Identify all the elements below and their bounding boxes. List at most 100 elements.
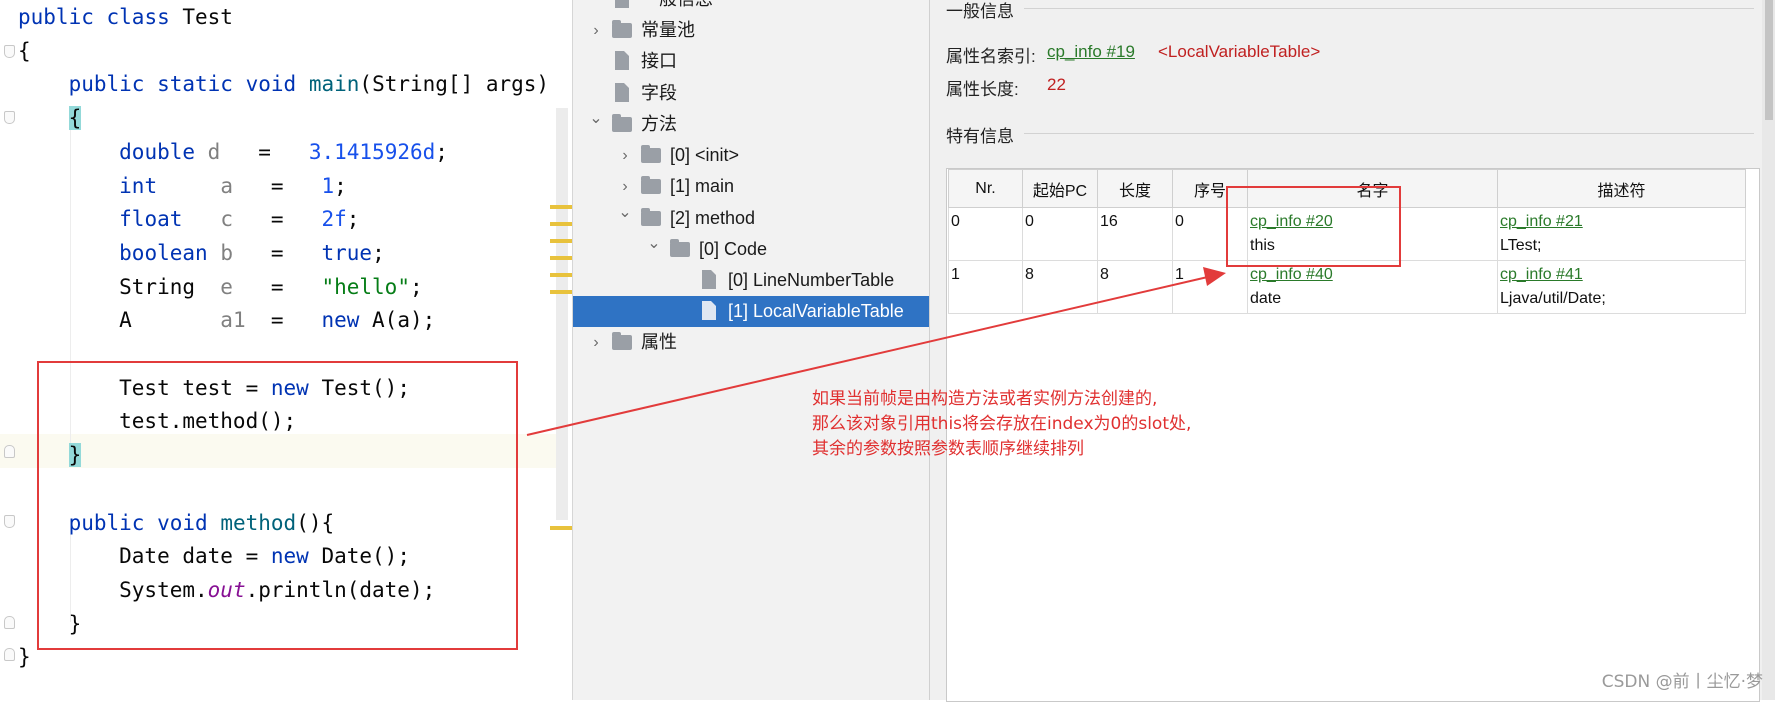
length-label: 属性长度: — [946, 80, 1019, 99]
code-line[interactable]: double d = 3.1415926d; — [18, 135, 448, 169]
column-header[interactable]: 长度 — [1097, 169, 1173, 208]
tree-item-label: 字段 — [641, 83, 677, 103]
chevron-right-icon[interactable]: › — [587, 327, 605, 358]
tree-item[interactable]: 字段 — [573, 78, 930, 109]
cell-length: 8 — [1097, 260, 1173, 314]
tree-item-label: 接口 — [641, 51, 677, 71]
tree-item-label: [2] method — [670, 208, 756, 228]
code-token: boolean — [119, 240, 208, 265]
cell-start-pc: 8 — [1022, 260, 1098, 314]
tree-item[interactable]: [1] LocalVariableTable — [573, 296, 930, 327]
cell-length: 16 — [1097, 207, 1173, 261]
code-token: a — [220, 173, 233, 198]
length-value: 22 — [1047, 75, 1066, 94]
code-line[interactable]: { — [18, 34, 31, 68]
tree-item[interactable]: › 常量池 — [573, 15, 930, 46]
code-token: 2f — [321, 207, 347, 232]
code-line[interactable]: public class Test — [18, 0, 233, 34]
code-line[interactable]: String e = "hello"; — [18, 270, 423, 304]
code-token: = — [232, 207, 322, 232]
code-token: public — [68, 72, 145, 97]
code-token: ; — [409, 274, 423, 299]
fold-marker-icon[interactable] — [4, 111, 15, 124]
chevron-down-icon[interactable]: ⌄ — [645, 228, 663, 259]
cell-desc: cp_info #41 Ljava/util/Date; — [1497, 260, 1746, 314]
code-token: A(a); — [359, 308, 436, 333]
code-line[interactable]: { — [18, 101, 82, 135]
tree-item-label: [1] LocalVariableTable — [728, 301, 904, 321]
tree-item[interactable]: [0] LineNumberTable — [573, 265, 930, 296]
fold-end-marker-icon[interactable] — [4, 445, 15, 458]
code-token: 1 — [321, 173, 335, 198]
tree-item-label: [0] Code — [699, 239, 768, 259]
annotation-line: 那么该对象引用this将会存放在index为0的slot处, — [812, 414, 1192, 434]
chevron-right-icon[interactable]: › — [616, 140, 634, 171]
tree-item-label: [1] main — [670, 176, 735, 196]
tree-item-label: 常量池 — [641, 20, 695, 40]
class-structure-tree[interactable]: 一般信息›常量池接口字段⌄方法›[0] <init>›[1] main⌄[2] … — [572, 0, 930, 700]
tree-item-label: [0] LineNumberTable — [728, 270, 895, 290]
code-token: new — [321, 308, 360, 333]
scroll-marker[interactable] — [550, 273, 572, 277]
column-header[interactable]: 起始PC — [1022, 169, 1098, 208]
divider — [1024, 8, 1754, 9]
editor-scrollbar[interactable] — [556, 108, 568, 520]
scroll-marker[interactable] — [550, 526, 572, 530]
fold-marker-icon[interactable] — [4, 515, 15, 528]
code-token: b — [220, 240, 233, 265]
scrollbar-thumb[interactable] — [1765, 0, 1773, 120]
code-line[interactable]: } — [18, 640, 31, 674]
cp-info-link[interactable]: cp_info #41 — [1500, 263, 1743, 287]
code-token: = — [245, 308, 322, 333]
scroll-marker[interactable] — [550, 256, 572, 260]
chevron-right-icon[interactable]: › — [587, 15, 605, 46]
fold-end-marker-icon[interactable] — [4, 648, 15, 661]
cell-index: 1 — [1172, 260, 1248, 314]
code-line[interactable]: A a1 = new A(a); — [18, 303, 435, 337]
table-row[interactable]: 1 8 8 1 cp_info #40 date cp_info #41 Ljava/util… — [948, 260, 1746, 314]
code-line[interactable]: int a = 1; — [18, 169, 347, 203]
attribute-detail-panel: 一般信息 属性名索引: cp_info #19 <LocalVariableTa… — [929, 0, 1775, 702]
tree-item[interactable]: › 属性 — [573, 327, 930, 358]
scroll-marker[interactable] — [550, 290, 572, 294]
highlight-box-code — [37, 361, 518, 650]
code-line[interactable]: float c = 2f; — [18, 202, 359, 236]
code-token: Test — [169, 5, 233, 29]
code-line[interactable]: public static void main(String[] args) — [18, 67, 550, 101]
cp-info-link[interactable]: cp_info #21 — [1500, 210, 1743, 234]
code-token: } — [18, 645, 31, 670]
name-index-link[interactable]: cp_info #19 — [1047, 42, 1135, 62]
scroll-marker[interactable] — [550, 205, 572, 209]
code-token: "hello" — [321, 274, 410, 299]
tree-item[interactable]: ⌄ [2] method — [573, 203, 930, 234]
tree-item[interactable]: 一般信息 — [573, 0, 930, 15]
code-token: double — [119, 139, 196, 164]
detail-scrollbar[interactable] — [1762, 0, 1775, 700]
code-token: = — [232, 240, 322, 265]
name-index-label: 属性名索引: — [946, 47, 1036, 66]
tree-item[interactable]: ⌄ 方法 — [573, 109, 930, 140]
chevron-down-icon[interactable]: ⌄ — [616, 197, 634, 228]
tree-item[interactable]: › [0] <init> — [573, 140, 930, 171]
divider — [1024, 133, 1754, 134]
fold-marker-icon[interactable] — [4, 45, 15, 58]
code-token: public — [18, 5, 94, 29]
column-header[interactable]: 描述符 — [1497, 169, 1746, 208]
code-token: ; — [435, 139, 448, 164]
code-line[interactable]: boolean b = true; — [18, 236, 385, 270]
file-icon — [615, 83, 629, 102]
fold-end-marker-icon[interactable] — [4, 616, 15, 629]
scroll-marker[interactable] — [550, 239, 572, 243]
cell-nr: 0 — [948, 207, 1023, 261]
chevron-down-icon[interactable]: ⌄ — [587, 103, 605, 134]
tree-item[interactable]: 接口 — [573, 46, 930, 77]
tree-item[interactable]: ⌄ [0] Code — [573, 234, 930, 265]
scroll-marker[interactable] — [550, 222, 572, 226]
column-header[interactable]: Nr. — [948, 169, 1023, 208]
